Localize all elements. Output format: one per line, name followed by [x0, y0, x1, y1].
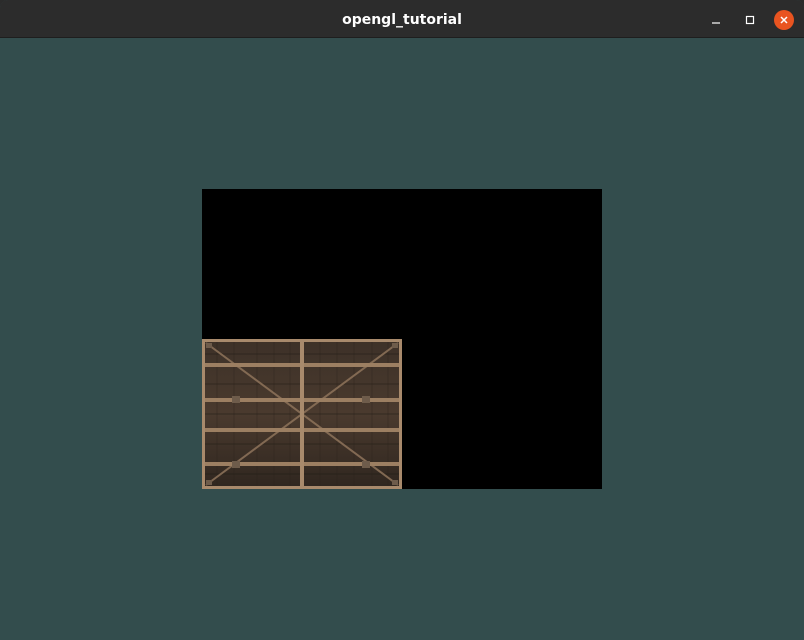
maximize-icon	[745, 15, 755, 25]
window-title: opengl_tutorial	[342, 12, 462, 28]
gl-canvas[interactable]	[2, 39, 802, 639]
app-window: opengl_tutorial	[0, 0, 804, 640]
maximize-button[interactable]	[740, 10, 760, 30]
title-bar[interactable]: opengl_tutorial	[0, 0, 804, 38]
close-icon	[780, 16, 788, 24]
minimize-button[interactable]	[706, 10, 726, 30]
wooden-crate-texture	[202, 339, 402, 489]
minimize-icon	[712, 22, 720, 24]
gl-viewport	[202, 189, 602, 489]
close-button[interactable]	[774, 10, 794, 30]
